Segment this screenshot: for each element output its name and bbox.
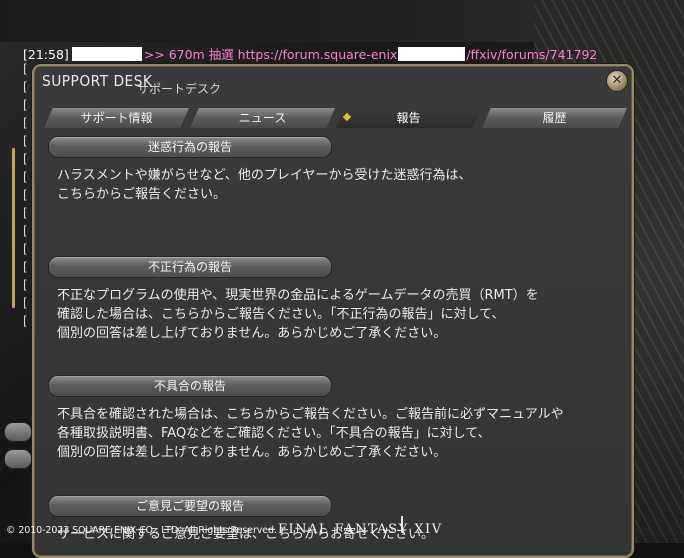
tab-news[interactable]: ニュース [190,108,335,128]
feedback-report-button[interactable]: ご意見ご要望の報告 [48,495,332,517]
support-desk-window: SUPPORT DESK サポートデスク ✕ サポート情報 ニュース 報告 履歴… [32,64,634,558]
harassment-report-button[interactable]: 迷惑行為の報告 [48,136,332,158]
redacted-block [398,47,466,61]
chat-row: [ [23,134,28,148]
chat-row: [ [23,80,28,94]
close-icon: ✕ [611,73,623,88]
chat-row: [ [23,206,28,220]
close-button[interactable]: ✕ [606,70,628,92]
selected-caret-icon [342,112,352,122]
chat-row: [ [23,224,28,238]
chat-row: [ [23,314,28,328]
chat-mode-button[interactable] [4,449,32,469]
chat-link-end[interactable]: /ffxiv/forums/741792 [466,47,597,62]
harassment-description: ハラスメントや嫌がらせなど、他のプレイヤーから受けた迷惑行為は、 こちらからご報… [57,168,472,202]
report-section-bug: 不具合の報告 不具合を確認された場合は、こちらからご報告ください。ご報告前に必ず… [48,375,597,462]
tab-report[interactable]: 報告 [336,108,481,128]
chat-log: [ [ [ [ [ [ [ [ [ [ [ [ [ [ [ [23,60,28,330]
bug-report-button[interactable]: 不具合の報告 [48,375,332,397]
chat-row: [ [23,170,28,184]
report-list: 迷惑行為の報告 ハラスメントや嫌がらせなど、他のプレイヤーから受けた迷惑行為は、… [34,132,632,556]
chat-row: [ [23,152,28,166]
tab-support-info[interactable]: サポート情報 [44,108,189,128]
game-logo: FINAL FANTASY XIV [278,522,443,537]
cheating-report-button[interactable]: 不正行為の報告 [48,256,332,278]
chat-row: [ [23,296,28,310]
cheating-description: 不正なプログラムの使用や、現実世界の金品によるゲームデータの売買（RMT）を 確… [57,288,539,341]
chat-row: [ [23,98,28,112]
text-cursor-icon [401,516,403,532]
chat-row: [ [23,242,28,256]
chat-bubble-button[interactable] [4,422,32,442]
chat-text: >> 670m 抽選 https://forum.square-enix [143,47,398,62]
chat-message: [21:58] >> 670m 抽選 https://forum.square-e… [23,44,597,63]
chat-row: [ [23,278,28,292]
chat-row: [ [23,116,28,130]
chat-row: [ [23,62,28,76]
report-section-harassment: 迷惑行為の報告 ハラスメントや嫌がらせなど、他のプレイヤーから受けた迷惑行為は、… [48,136,597,204]
tab-history[interactable]: 履歴 [482,108,627,128]
redacted-block [71,47,142,61]
copyright-text: © 2010-2023 SQUARE ENIX CO., LTD. All Ri… [6,525,277,536]
window-subtitle: サポートデスク [137,82,222,96]
chat-scroll-marker [12,148,15,308]
footer: © 2010-2023 SQUARE ENIX CO., LTD. All Ri… [6,521,684,543]
report-section-cheating: 不正行為の報告 不正なプログラムの使用や、現実世界の金品によるゲームデータの売買… [48,256,597,343]
chat-row: [ [23,188,28,202]
chat-row: [ [23,260,28,274]
chat-timestamp: [21:58] [23,47,69,62]
bug-description: 不具合を確認された場合は、こちらからご報告ください。ご報告前に必ずマニュアルや … [57,407,564,460]
window-title: SUPPORT DESK [42,72,153,90]
